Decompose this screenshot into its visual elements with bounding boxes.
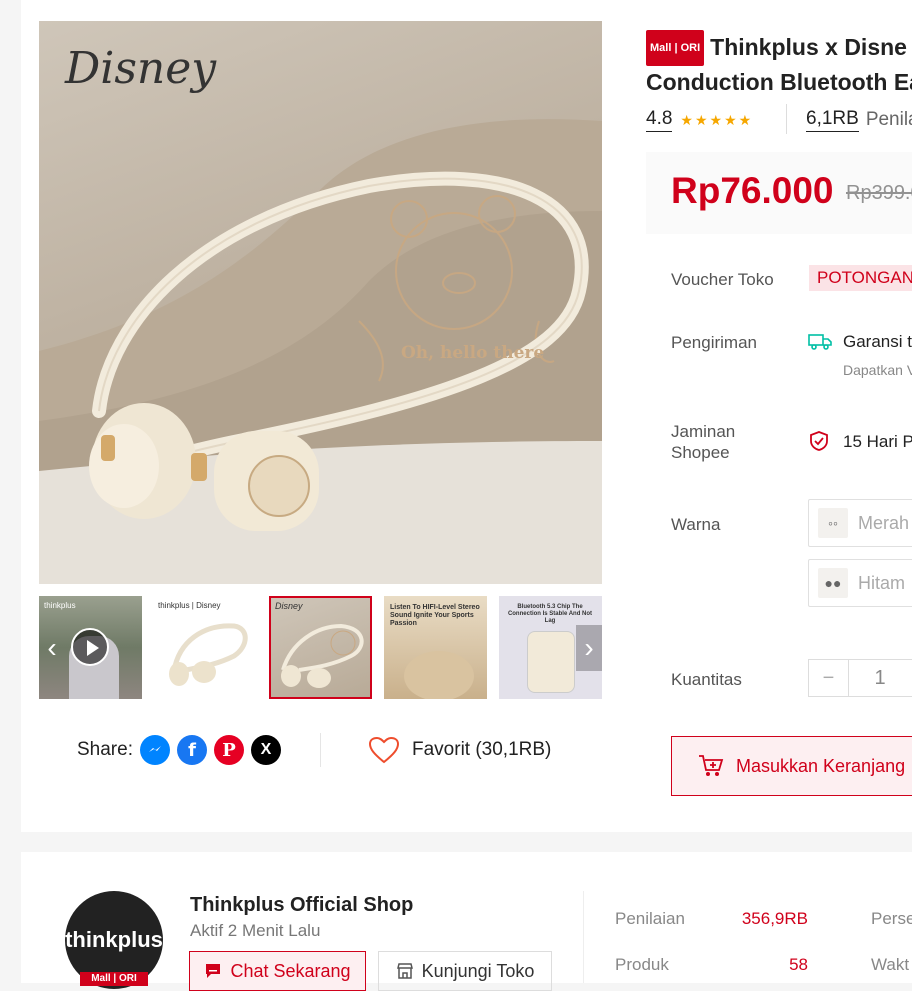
divider [583, 891, 584, 983]
rating-row: 4.8 ★★★★★ [646, 108, 753, 132]
favorite-label: Favorit (30,1RB) [412, 739, 552, 760]
chevron-left-icon[interactable]: ‹ [39, 625, 65, 671]
disney-logo: Disney [65, 43, 217, 94]
chat-now-button[interactable]: Chat Sekarang [189, 951, 366, 991]
play-icon[interactable] [71, 628, 109, 666]
review-count: 6,1RB [806, 108, 859, 132]
rating-value[interactable]: 4.8 [646, 108, 673, 132]
thumb-hifi[interactable]: Listen To HIFI-Level Stereo Sound Ignite… [384, 596, 487, 699]
divider [320, 733, 321, 767]
voucher-badge[interactable]: POTONGAN [809, 265, 912, 291]
heart-icon[interactable] [368, 736, 400, 764]
quantity-input[interactable]: 1 [849, 660, 911, 696]
store-icon [396, 963, 413, 979]
review-count-row[interactable]: 6,1RB Penila [806, 108, 912, 132]
review-label: Penila [865, 109, 912, 130]
earphones-icon: ◦◦ [818, 508, 848, 538]
mall-ori-badge: Mall | ORI [80, 972, 148, 986]
cart-icon [699, 755, 724, 776]
x-twitter-icon[interactable]: X [250, 735, 281, 765]
thumb-pooh-earphones[interactable]: Disney [269, 596, 372, 699]
color-label: Warna [671, 515, 721, 534]
price-box: Rp76.000 Rp399.0 [646, 152, 912, 234]
star-rating-icons: ★★★★★ [680, 111, 754, 128]
shield-check-icon [810, 431, 828, 451]
stat-label-percent: Perse [871, 909, 912, 928]
main-product-image[interactable]: Disney Oh, hello there [39, 21, 602, 584]
quantity-decrease-button[interactable]: − [809, 660, 849, 696]
thumbnail-strip: thinkplus ‹ thinkplus | Disney Disney Li… [39, 596, 602, 699]
pinterest-icon[interactable]: P [213, 735, 244, 765]
current-price: Rp76.000 [671, 170, 834, 211]
stat-value-products: 58 [789, 955, 808, 974]
shipping-value[interactable]: Garansi t [843, 332, 912, 352]
earphones-icon: ●● [818, 568, 848, 598]
shipping-label: Pengiriman [671, 333, 757, 352]
image-caption: Oh, hello there [401, 343, 545, 363]
stat-label-time: Wakt [871, 955, 910, 974]
chevron-right-icon[interactable]: › [576, 625, 602, 671]
stat-label-rating: Penilaian [615, 909, 685, 928]
thumb-white-earphones[interactable]: thinkplus | Disney [154, 596, 257, 699]
facebook-icon[interactable]: f [176, 735, 207, 765]
color-option-hitam[interactable]: ●● Hitam [808, 559, 912, 607]
product-title: Mall | ORI Thinkplus x Disne Conduction B… [646, 30, 912, 98]
stat-label-products: Produk [615, 955, 669, 974]
divider [786, 104, 787, 134]
mall-ori-badge: Mall | ORI [646, 30, 705, 66]
visit-shop-button[interactable]: Kunjungi Toko [378, 951, 552, 991]
shop-name[interactable]: Thinkplus Official Shop [190, 894, 413, 917]
share-label: Share: [77, 739, 133, 760]
add-to-cart-button[interactable]: Masukkan Keranjang [671, 736, 912, 796]
stat-value-rating: 356,9RB [741, 909, 808, 928]
truck-icon [808, 334, 832, 350]
share-row: Share: f P X [77, 735, 281, 765]
quantity-label: Kuantitas [671, 670, 742, 689]
favorite-button[interactable]: Favorit (30,1RB) [368, 735, 551, 765]
color-option-merah[interactable]: ◦◦ Merah [808, 499, 912, 547]
chat-icon [206, 964, 221, 978]
guarantee-value[interactable]: 15 Hari P [843, 432, 912, 452]
messenger-icon[interactable] [139, 735, 170, 765]
shipping-sub: Dapatkan V [843, 362, 912, 378]
shop-active-status: Aktif 2 Menit Lalu [190, 921, 321, 940]
original-price: Rp399.0 [846, 182, 912, 204]
guarantee-label: Jaminan Shopee [671, 422, 736, 462]
voucher-label: Voucher Toko [671, 270, 774, 289]
quantity-stepper: − 1 [808, 659, 912, 697]
